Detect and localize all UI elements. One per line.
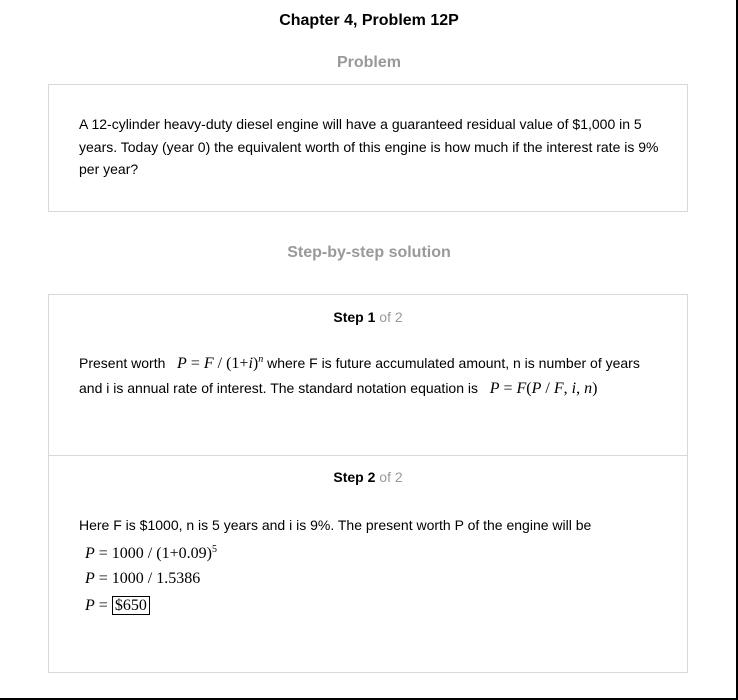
problem-text: A 12-cylinder heavy-duty diesel engine w… <box>79 116 659 177</box>
solution-heading: Step-by-step solution <box>287 244 451 261</box>
step-2-of-total: of 2 <box>379 469 403 485</box>
step-2-number: 2 <box>367 469 376 485</box>
step-1-text-c: and i is annual rate of interest. The st… <box>79 380 479 396</box>
problem-box: A 12-cylinder heavy-duty diesel engine w… <box>48 84 688 212</box>
equation-line-2: P = 1000 / 1.5386 <box>85 570 201 587</box>
standard-notation-formula: P = F(P / F, i, n) <box>489 380 598 397</box>
step-2-text: Here F is $1000, n is 5 years and i is 9… <box>79 517 592 533</box>
step-1-number: 1 <box>367 309 376 325</box>
equation-line-1: P = 1000 / (1+0.09)5 <box>85 544 217 563</box>
step-1-line-2: and i is annual rate of interest. The st… <box>79 380 597 398</box>
step-2-label: Step 2 of 2 <box>49 469 687 485</box>
step-2-word: Step <box>333 469 364 485</box>
chapter-title: Chapter 4, Problem 12P <box>279 12 459 29</box>
final-answer-box: $650 <box>111 596 150 615</box>
step-1-label: Step 1 of 2 <box>49 309 687 325</box>
step-1-word: Step <box>333 309 364 325</box>
step-1-text-b: where F is future accumulated amount, n … <box>267 355 640 371</box>
problem-heading: Problem <box>336 54 401 71</box>
step-divider <box>49 455 687 456</box>
step-1-of-total: of 2 <box>379 309 403 325</box>
equation-line-3: P = $650 <box>85 596 150 615</box>
solution-box: Step 1 of 2 Present worth P = F / (1+i)n… <box>48 294 688 673</box>
step-1-line-1: Present worth P = F / (1+i)n where F is … <box>79 355 640 373</box>
present-worth-formula: P = F / (1+i)n <box>177 354 264 373</box>
step-1-text-a: Present worth <box>79 355 166 371</box>
